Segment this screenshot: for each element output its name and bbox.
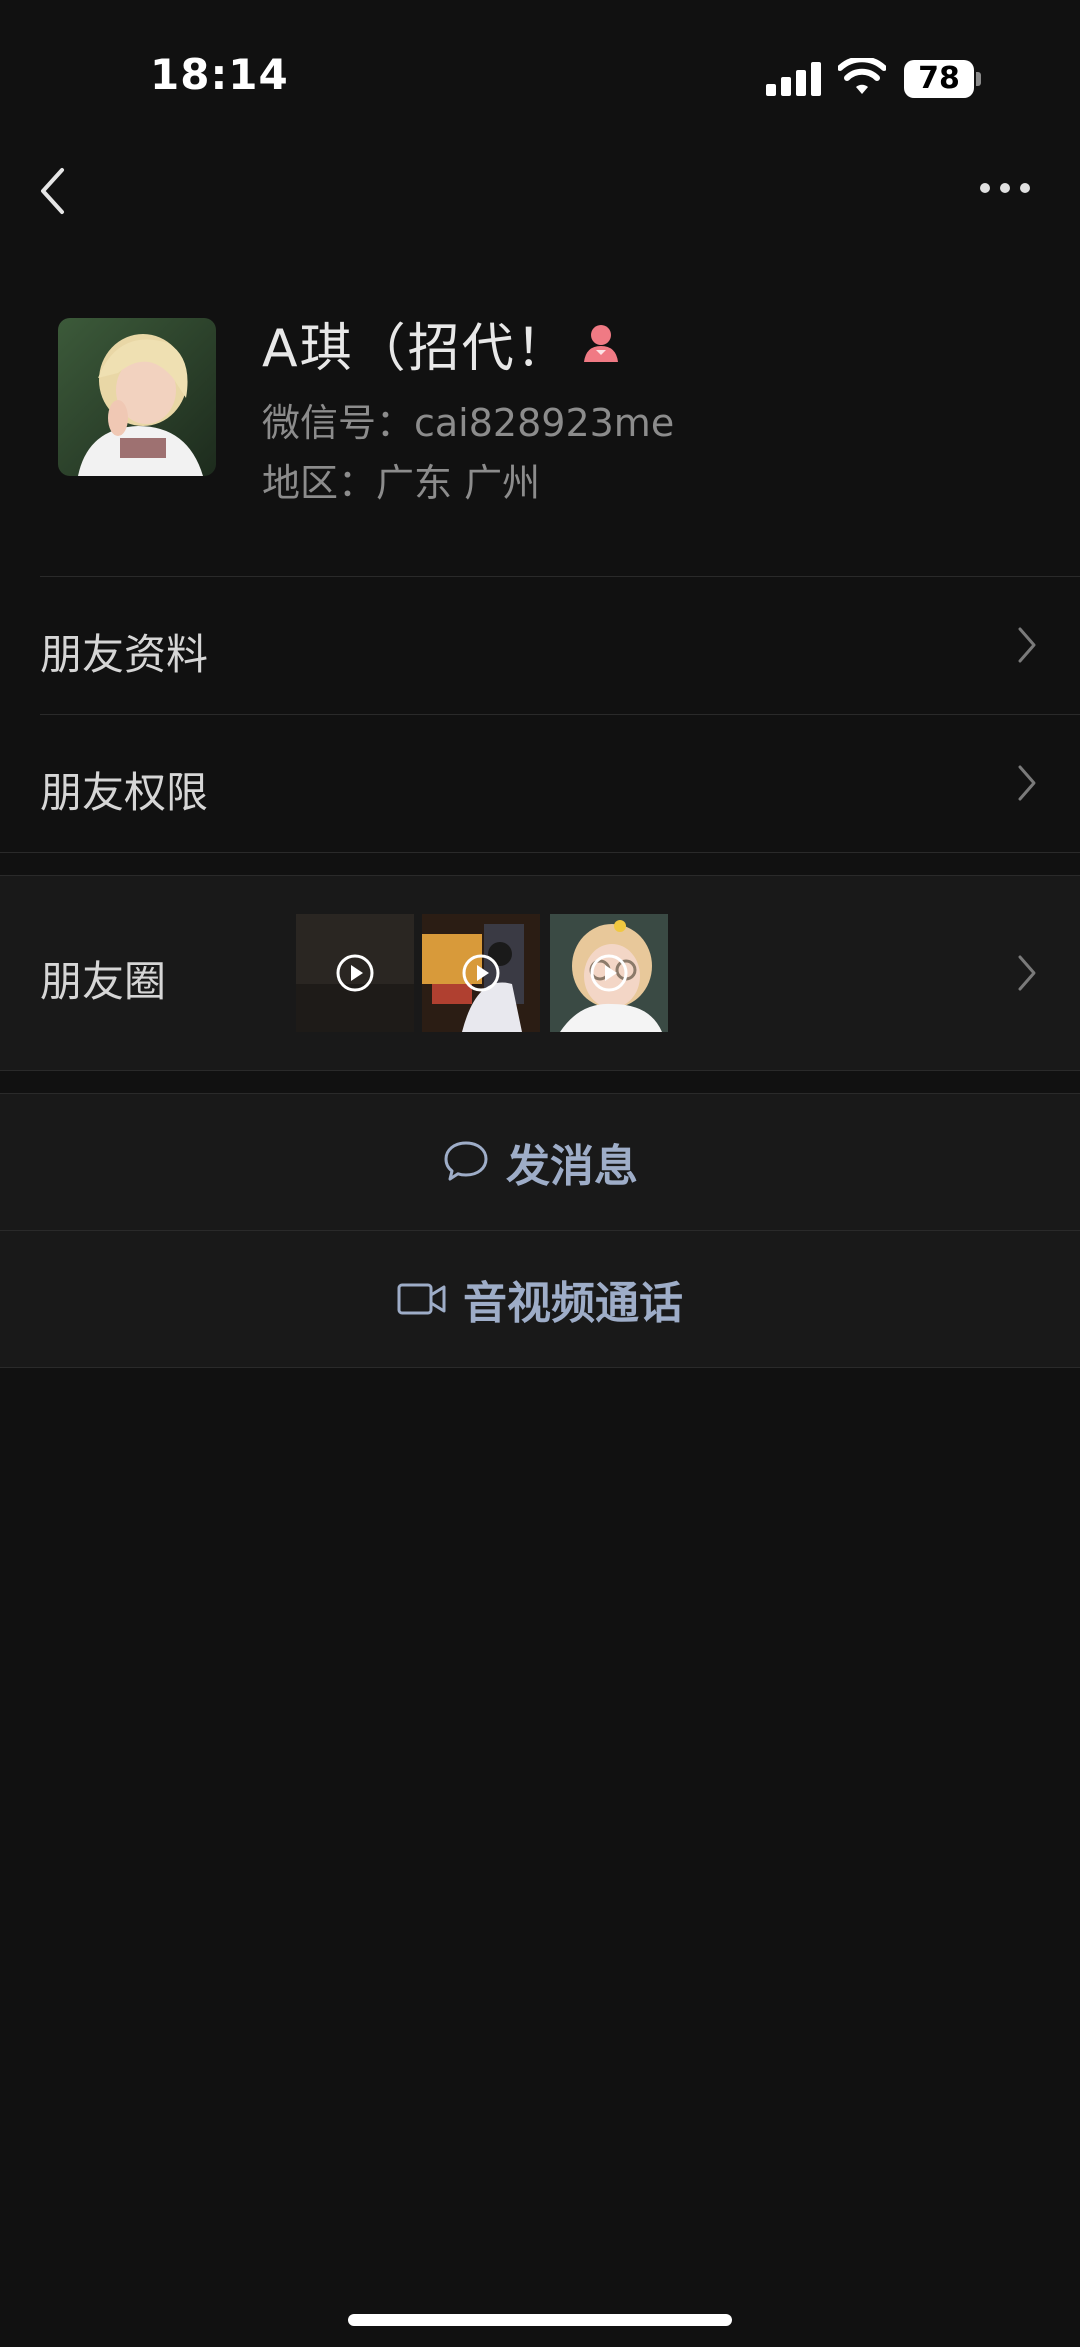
battery-cap: [976, 72, 981, 86]
moments-label: 朋友圈: [40, 957, 167, 1006]
region: 地区：广东 广州: [262, 461, 541, 505]
friend-permissions-label: 朋友权限: [40, 768, 209, 817]
profile-name-row: A琪（招代！: [262, 308, 624, 379]
profile-name: A琪（招代！: [262, 318, 570, 379]
battery-level: 78: [904, 60, 974, 98]
section-gap: [0, 1071, 1080, 1093]
wifi-icon: [838, 58, 886, 94]
status-time: 18:14: [150, 50, 289, 99]
moments-thumbnail[interactable]: [422, 914, 540, 1032]
moments-thumbnail[interactable]: [550, 914, 668, 1032]
avatar[interactable]: [58, 318, 216, 476]
chevron-right-icon: [1018, 765, 1036, 801]
moments-thumbnail[interactable]: [296, 914, 414, 1032]
home-indicator[interactable]: [348, 2314, 732, 2326]
moments-row[interactable]: 朋友圈: [0, 876, 1080, 1070]
video-camera-icon: [397, 1283, 446, 1315]
av-call-button[interactable]: 音视频通话: [0, 1231, 1080, 1367]
friend-profile-label: 朋友资料: [40, 630, 209, 679]
send-message-button[interactable]: 发消息: [0, 1094, 1080, 1230]
chevron-left-icon[interactable]: [38, 166, 68, 216]
cellular-signal-icon: [766, 62, 822, 96]
play-icon: [590, 954, 628, 992]
send-message-label: 发消息: [506, 1141, 638, 1192]
section-gap: [0, 853, 1080, 875]
divider: [0, 1367, 1080, 1368]
chevron-right-icon: [1018, 955, 1036, 991]
chat-bubble-icon: [444, 1141, 488, 1181]
friend-profile-row[interactable]: 朋友资料: [0, 577, 1080, 714]
ellipsis-icon[interactable]: [980, 180, 1034, 196]
female-icon: [583, 325, 618, 362]
play-icon: [336, 954, 374, 992]
chevron-right-icon: [1018, 627, 1036, 663]
wechat-id: 微信号：cai828923me: [262, 401, 675, 445]
av-call-label: 音视频通话: [463, 1278, 683, 1329]
play-icon: [462, 954, 500, 992]
friend-permissions-row[interactable]: 朋友权限: [0, 715, 1080, 852]
